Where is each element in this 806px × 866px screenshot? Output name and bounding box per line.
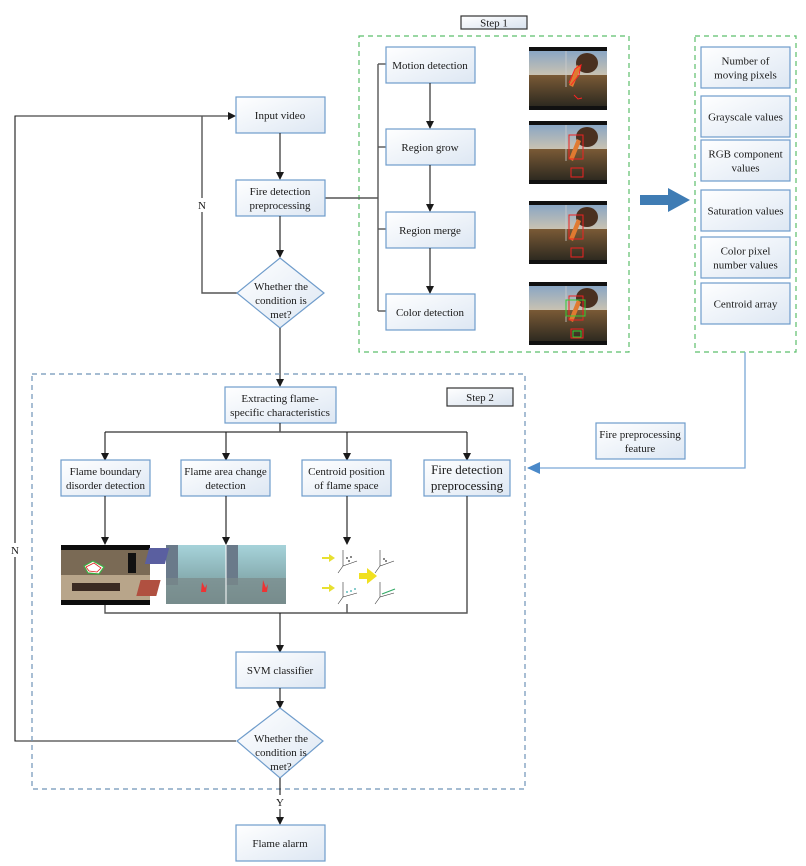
svg-text:preprocessing: preprocessing xyxy=(249,200,311,212)
svg-text:disorder detection: disorder detection xyxy=(66,480,146,492)
branch-connector xyxy=(101,423,471,461)
svg-text:Flame alarm: Flame alarm xyxy=(252,838,308,850)
svg-text:Centroid position: Centroid position xyxy=(308,466,385,478)
flame-alarm-box: Flame alarm xyxy=(235,824,326,862)
step1-label: Step 1 xyxy=(460,15,528,30)
svg-text:Step 2: Step 2 xyxy=(466,392,494,404)
svg-text:moving pixels: moving pixels xyxy=(714,70,777,82)
svg-text:Motion detection: Motion detection xyxy=(392,60,468,72)
svg-text:Y: Y xyxy=(276,797,284,809)
feature-box: Centroid array xyxy=(700,282,791,325)
step1-bracket xyxy=(325,63,386,312)
svg-text:Whether the: Whether the xyxy=(254,733,308,745)
svg-text:Centroid array: Centroid array xyxy=(714,299,778,311)
motion-detection-frame xyxy=(529,47,607,110)
svg-text:met?: met? xyxy=(270,309,291,321)
step1-method-motion-detection: Motion detection xyxy=(385,46,476,84)
step1-method-region-merge: Region merge xyxy=(385,211,476,249)
svg-text:N: N xyxy=(198,200,206,212)
svg-text:Fire preprocessing: Fire preprocessing xyxy=(599,429,681,441)
svg-text:Flame boundary: Flame boundary xyxy=(70,466,142,478)
step2-branch-box: Centroid position of flame space xyxy=(301,459,392,497)
step2-branch-box: Flame boundary disorder detection xyxy=(60,459,151,497)
region-merge-frame xyxy=(529,201,607,264)
svg-text:Whether the: Whether the xyxy=(254,281,308,293)
big-arrow-icon xyxy=(640,188,690,212)
feature-link-arrowhead-icon xyxy=(527,462,540,474)
feature-box: Number of moving pixels xyxy=(700,46,791,89)
step2-branch-box: Fire detectionpreprocessing xyxy=(423,459,511,497)
loop-inner-no: N xyxy=(195,116,237,294)
svg-text:of flame space: of flame space xyxy=(314,480,378,492)
step2-branch-box: Flame area change detection xyxy=(180,459,271,497)
svg-text:Fire detection: Fire detection xyxy=(431,462,503,477)
feature-box: Color pixel number values xyxy=(700,236,791,279)
svg-text:condition is: condition is xyxy=(255,295,307,307)
svg-text:specific characteristics: specific characteristics xyxy=(230,407,330,419)
feature-box: Grayscale values xyxy=(700,95,791,138)
svg-text:RGB component: RGB component xyxy=(708,149,782,161)
flame-area-image xyxy=(166,545,286,604)
svg-text:Fire detection: Fire detection xyxy=(250,186,311,198)
feature-box: RGB component values xyxy=(700,139,791,182)
svg-text:Step 1: Step 1 xyxy=(480,18,508,30)
svg-text:preprocessing: preprocessing xyxy=(431,478,504,493)
input-video-box: Input video xyxy=(235,96,326,134)
fire-preprocessing-box: Fire detection preprocessing xyxy=(235,179,326,217)
svg-text:SVM classifier: SVM classifier xyxy=(247,665,314,677)
decision2-diamond: Whether the condition is met? xyxy=(236,707,324,779)
svg-text:Saturation values: Saturation values xyxy=(707,206,783,218)
svg-text:feature: feature xyxy=(625,443,656,455)
flowchart: Step 1 Motion detection Region grow Regi… xyxy=(8,15,797,862)
feature-link: Fire preprocessing feature xyxy=(527,352,746,474)
svg-text:condition is: condition is xyxy=(255,747,307,759)
extract-characteristics-box: Extracting flame- specific characteristi… xyxy=(224,386,337,424)
svg-text:Input video: Input video xyxy=(255,110,306,122)
svg-text:values: values xyxy=(731,163,759,175)
step1-method-color-detection: Color detection xyxy=(385,293,476,331)
color-detection-frame xyxy=(529,282,607,345)
step1-method-region-grow: Region grow xyxy=(385,128,476,166)
step2-label: Step 2 xyxy=(446,387,514,407)
feature-box: Saturation values xyxy=(700,189,791,232)
svg-text:Region merge: Region merge xyxy=(399,225,461,237)
svg-text:number values: number values xyxy=(713,260,777,272)
svg-text:Flame area change: Flame area change xyxy=(184,466,267,478)
yes-connector: Y xyxy=(273,778,287,825)
svg-text:Color detection: Color detection xyxy=(396,307,465,319)
svg-text:Number of: Number of xyxy=(722,56,770,68)
svg-text:N: N xyxy=(11,545,19,557)
svm-classifier-box: SVM classifier xyxy=(235,651,326,689)
svg-text:Grayscale values: Grayscale values xyxy=(708,112,783,124)
svg-text:Extracting flame-: Extracting flame- xyxy=(241,393,319,405)
svg-text:Region grow: Region grow xyxy=(401,142,458,154)
region-grow-frame xyxy=(529,121,607,184)
svg-text:met?: met? xyxy=(270,761,291,773)
svg-text:detection: detection xyxy=(205,480,246,492)
svg-text:Color pixel: Color pixel xyxy=(721,246,771,258)
decision1-diamond: Whether the condition is met? xyxy=(236,257,325,329)
